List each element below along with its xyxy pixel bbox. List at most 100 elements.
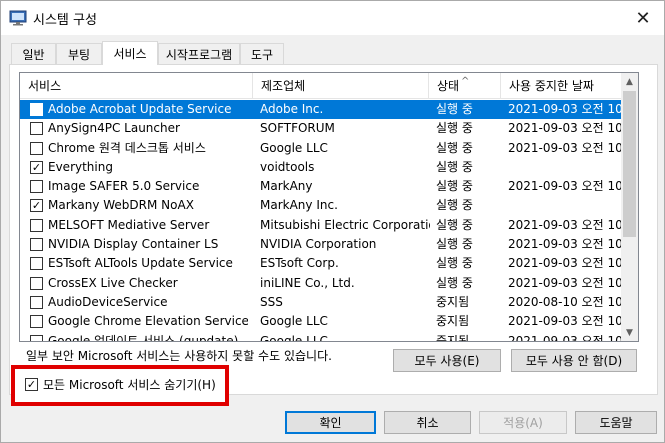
sort-ascending-icon: ^: [461, 76, 470, 87]
header-manufacturer[interactable]: 제조업체: [253, 73, 429, 99]
table-row[interactable]: MELSOFT Mediative Server Mitsubishi Elect…: [20, 216, 623, 235]
service-checkbox[interactable]: [30, 334, 43, 341]
table-row[interactable]: ✓ Markany WebDRM NoAX MarkAny Inc. 실행 중: [20, 196, 623, 215]
service-rows: Adobe Acrobat Update Service Adobe Inc. 실행…: [20, 100, 623, 342]
cell-status: 중지됨: [436, 314, 470, 329]
help-button[interactable]: 도움말: [575, 411, 657, 434]
service-checkbox[interactable]: [30, 315, 43, 329]
close-button[interactable]: ✕: [628, 3, 658, 33]
service-checkbox[interactable]: [30, 238, 43, 252]
table-row[interactable]: AnySign4PC Launcher SOFTFORUM 실행 중 2021-09-…: [20, 119, 623, 138]
cell-date: 2021-09-03 오전 10:3: [508, 140, 623, 155]
cell-service: Image SAFER 5.0 Service: [48, 179, 200, 194]
service-checkbox[interactable]: ✓: [30, 199, 43, 213]
cell-date: 2021-09-03 오전 10:3: [508, 179, 623, 194]
cell-date: 2021-09-03 오전 10:3: [508, 333, 623, 342]
cell-service: Google 업데이트 서비스 (gupdate): [48, 333, 239, 342]
cell-service: MELSOFT Mediative Server: [48, 217, 210, 232]
cancel-button[interactable]: 취소: [384, 411, 471, 434]
cell-date: [508, 196, 623, 215]
cell-status: 실행 중: [436, 159, 473, 174]
tab-boot-label: 부팅: [67, 47, 91, 62]
enable-all-button[interactable]: 모두 사용(E): [393, 349, 501, 372]
cell-date: 2021-09-03 오전 10:3: [508, 275, 623, 290]
tab-general[interactable]: 일반: [11, 43, 56, 64]
cell-manufacturer: MarkAny Inc.: [260, 198, 338, 213]
list-header: 서비스 제조업체 상태 ^ 사용 중지한 날짜: [20, 73, 623, 99]
vertical-scrollbar[interactable]: ▲ ▼: [621, 73, 638, 341]
tab-startup-label: 시작프로그램: [165, 47, 233, 62]
apply-button[interactable]: 적용(A): [479, 411, 567, 434]
cell-service: NVIDIA Display Container LS: [48, 237, 219, 252]
cell-service: CrossEX Live Checker: [48, 275, 178, 290]
cell-service: Adobe Acrobat Update Service: [48, 102, 232, 116]
header-status[interactable]: 상태 ^: [429, 73, 501, 99]
cell-manufacturer: MarkAny: [260, 179, 313, 194]
tab-startup[interactable]: 시작프로그램: [158, 43, 240, 64]
scroll-down-icon[interactable]: ▼: [621, 324, 638, 341]
cell-manufacturer: NVIDIA Corporation: [260, 237, 377, 252]
cell-manufacturer: SOFTFORUM: [260, 121, 335, 136]
tab-bar: 일반 부팅 서비스 시작프로그램 도구: [9, 41, 659, 65]
tab-boot[interactable]: 부팅: [56, 43, 102, 64]
cell-status: 중지됨: [436, 294, 470, 309]
cell-manufacturer: voidtools: [260, 159, 315, 174]
service-checkbox[interactable]: [30, 122, 43, 136]
cell-service: Chrome 원격 데스크톱 서비스: [48, 140, 206, 155]
dialog-footer: 확인 취소 적용(A) 도움말: [1, 401, 664, 443]
cell-manufacturer: SSS: [260, 294, 283, 309]
cell-manufacturer: ESTsoft Corp.: [260, 256, 339, 271]
scroll-up-icon[interactable]: ▲: [621, 73, 638, 90]
cell-status: 실행 중: [436, 237, 473, 252]
hide-ms-services-checkbox[interactable]: ✓: [25, 378, 38, 391]
disable-all-button[interactable]: 모두 사용 안 함(D): [511, 349, 637, 372]
service-checkbox[interactable]: [30, 141, 43, 155]
header-service[interactable]: 서비스: [20, 73, 253, 99]
service-checkbox[interactable]: [30, 276, 43, 290]
header-stopped-date-label: 사용 중지한 날짜: [509, 79, 594, 93]
table-row[interactable]: NVIDIA Display Container LS NVIDIA Corpor…: [20, 235, 623, 254]
ok-button[interactable]: 확인: [285, 411, 376, 434]
cell-date: 2021-09-03 오전 10:3: [508, 217, 623, 232]
service-checkbox[interactable]: [30, 218, 43, 232]
cell-date: 2021-09-03 오전 10:3: [508, 256, 623, 271]
cell-manufacturer: Google LLC: [260, 140, 328, 155]
table-row[interactable]: AudioDeviceService SSS 중지됨 2020-08-10 오전 10…: [20, 293, 623, 312]
table-row[interactable]: Google Chrome Elevation Service (... Goog…: [20, 312, 623, 331]
tab-tools-label: 도구: [250, 47, 274, 62]
services-list[interactable]: 서비스 제조업체 상태 ^ 사용 중지한 날짜 Adobe Acrobat Up…: [19, 72, 639, 342]
table-row[interactable]: Adobe Acrobat Update Service Adobe Inc. 실행…: [20, 100, 623, 120]
table-row[interactable]: CrossEX Live Checker iniLINE Co., Ltd. 실행 …: [20, 274, 623, 293]
service-checkbox[interactable]: ✓: [30, 160, 43, 174]
cell-date: 2021-09-03 오전 10:3: [508, 102, 623, 116]
tab-services-label: 서비스: [113, 47, 147, 61]
window-title: 시스템 구성: [33, 13, 97, 28]
service-checkbox[interactable]: [30, 295, 43, 309]
cell-date: 2021-09-03 오전 10:3: [508, 237, 623, 252]
tab-tools[interactable]: 도구: [240, 43, 284, 64]
cell-service: ESTsoft ALTools Update Service: [48, 256, 233, 271]
service-checkbox[interactable]: [30, 103, 43, 116]
close-icon: ✕: [635, 7, 651, 29]
hide-ms-services-highlight: ✓ 모든 Microsoft 서비스 숨기기(H): [11, 365, 229, 406]
scroll-thumb[interactable]: [623, 91, 636, 237]
cell-service: Everything: [48, 159, 113, 174]
cell-service: Markany WebDRM NoAX: [48, 198, 194, 213]
title-bar[interactable]: 시스템 구성 ✕: [1, 1, 664, 35]
cell-status: 실행 중: [436, 102, 473, 116]
table-row[interactable]: Chrome 원격 데스크톱 서비스 Google LLC 실행 중 2021-09-…: [20, 139, 623, 158]
cell-status: 실행 중: [436, 256, 473, 271]
table-row[interactable]: ✓ Everything voidtools 실행 중: [20, 158, 623, 177]
cell-date: 2021-09-03 오전 10:3: [508, 314, 623, 329]
header-stopped-date[interactable]: 사용 중지한 날짜: [501, 73, 623, 99]
service-checkbox[interactable]: [30, 257, 43, 271]
cell-manufacturer: Google LLC: [260, 314, 328, 329]
table-row[interactable]: Image SAFER 5.0 Service MarkAny 실행 중 2021-0…: [20, 177, 623, 196]
cell-service: AudioDeviceService: [48, 294, 168, 309]
table-row[interactable]: ESTsoft ALTools Update Service ESTsoft Co…: [20, 254, 623, 273]
hide-ms-services-label[interactable]: 모든 Microsoft 서비스 숨기기(H): [43, 376, 216, 393]
service-checkbox[interactable]: [30, 180, 43, 194]
security-note: 일부 보안 Microsoft 서비스는 사용하지 못할 수도 있습니다.: [26, 349, 332, 363]
tab-services[interactable]: 서비스: [102, 41, 158, 65]
table-row[interactable]: Google 업데이트 서비스 (gupdate) Google LLC 중지됨 20…: [20, 332, 623, 342]
